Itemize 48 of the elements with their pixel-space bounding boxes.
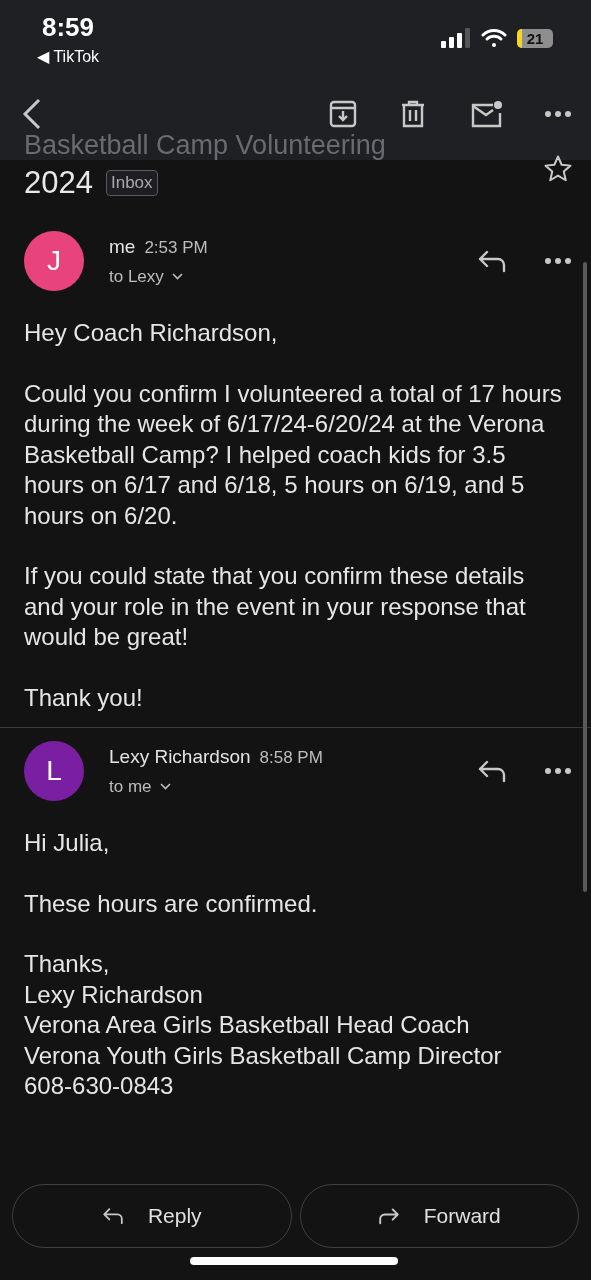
- more-button[interactable]: [545, 768, 571, 774]
- recipient-toggle[interactable]: to Lexy: [109, 266, 477, 287]
- battery-icon: 21: [517, 28, 553, 48]
- chevron-icon: [171, 273, 183, 280]
- more-icon: [545, 111, 571, 117]
- message-text: Lexy Richardson: [24, 979, 204, 1010]
- reply-icon: [101, 1207, 124, 1225]
- forward-icon: [377, 1207, 400, 1225]
- message-time: 8:58 PM: [259, 747, 323, 768]
- reply-icon: [477, 759, 507, 783]
- back-to-app-link[interactable]: ◀ TikTok: [36, 47, 100, 66]
- more-icon: [545, 768, 571, 774]
- star-button[interactable]: [543, 154, 573, 184]
- message-text: Could you confirm I volunteered a total of 17 hours during the week of 6/17/24-6/20/24 at the Verona Basketball Camp? I helped coach kids for 3.5 hours on 6/17 and 6/18, 5 hours on 6/19, and 5 hours on 6/20.: [24, 378, 563, 531]
- message-time: 2:53 PM: [144, 237, 208, 258]
- subject-title: Basketball Camp Volunteering: [24, 130, 386, 160]
- subject-title: 2024: [24, 165, 93, 201]
- reply-icon: [477, 249, 507, 273]
- sender-name: me: [109, 235, 136, 258]
- back-button[interactable]: [22, 98, 42, 130]
- reply-button[interactable]: [477, 249, 507, 273]
- more-icon: [545, 258, 571, 264]
- message-text: 608-630-0843: [24, 1071, 175, 1101]
- message-text: If you could state that you confirm these details and your role in the event in your response that would be great!: [24, 561, 527, 652]
- message-text: Hi Julia,: [24, 828, 111, 858]
- recipient-toggle[interactable]: to me: [109, 776, 477, 797]
- status-time: 8:59: [41, 12, 94, 43]
- sender-name: Lexy Richardson: [109, 745, 251, 768]
- chevron-icon: [159, 783, 171, 790]
- wifi-icon: [481, 28, 507, 48]
- message-text: Thank you!: [24, 682, 144, 713]
- forward-button[interactable]: Forward: [299, 1184, 579, 1248]
- inbox-label: Inbox: [105, 170, 158, 196]
- message-text: Verona Youth Girls Basketball Camp Director: [24, 1040, 503, 1071]
- reply-button[interactable]: [477, 759, 507, 783]
- more-button[interactable]: [545, 258, 571, 264]
- more-button[interactable]: [545, 111, 571, 117]
- avatar: J: [24, 231, 84, 291]
- message-text: These hours are confirmed.: [24, 888, 319, 919]
- signal-icon: [441, 28, 471, 48]
- delete-button[interactable]: [401, 100, 425, 128]
- avatar: L: [24, 741, 84, 801]
- archive-button[interactable]: [329, 100, 357, 128]
- mark-unread-button[interactable]: [471, 100, 503, 128]
- message-text: Hey Coach Richardson,: [24, 318, 279, 348]
- reply-button[interactable]: Reply: [12, 1184, 292, 1248]
- message-text: Thanks,: [24, 949, 111, 979]
- message-text: Verona Area Girls Basketball Head Coach: [24, 1010, 471, 1040]
